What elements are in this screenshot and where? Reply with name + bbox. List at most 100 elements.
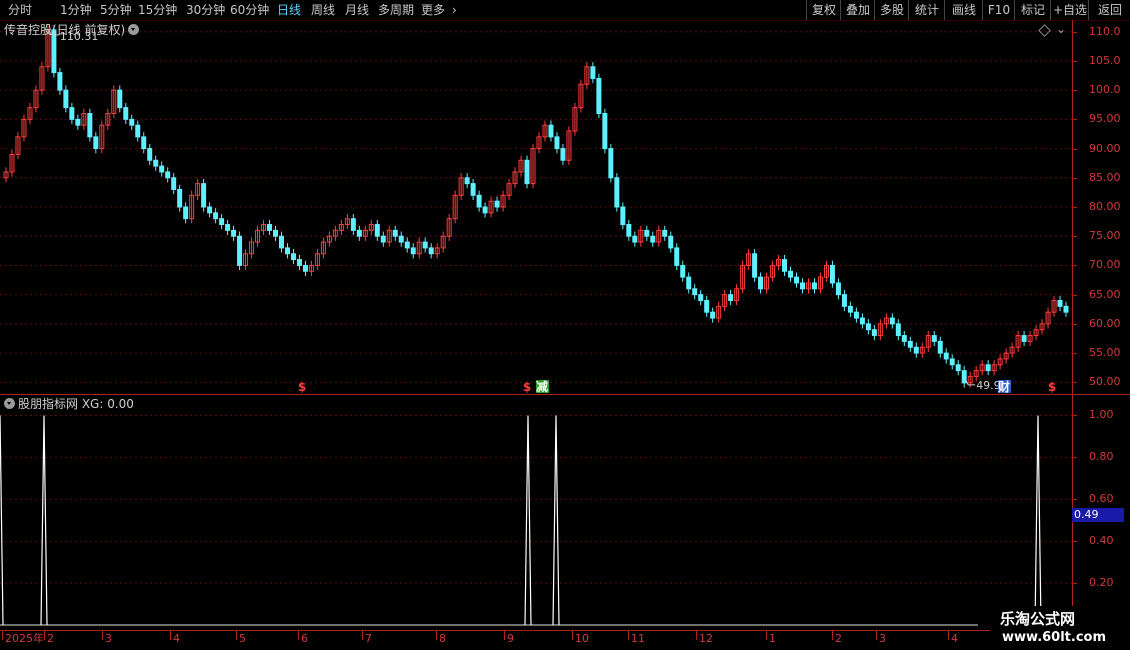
candle-body bbox=[728, 294, 734, 301]
toolbar-button-7[interactable]: +自选 bbox=[1050, 0, 1089, 20]
stock-title: 传音控股(日线 前复权) bbox=[4, 23, 126, 37]
period-tab-9[interactable]: 多周期 bbox=[378, 0, 414, 20]
candle-body bbox=[937, 340, 943, 354]
candle-body bbox=[841, 294, 847, 307]
candle-body bbox=[871, 329, 877, 337]
indicator-spike bbox=[1034, 415, 1042, 626]
date-axis: 2025年 2 3 4 5 6 7 8 9 10 11 12 1 2 3 4 bbox=[0, 630, 1072, 650]
indicator-dropdown-icon[interactable] bbox=[4, 398, 15, 409]
price-chart[interactable]: 110.3149.90$ $ 减财 $ bbox=[0, 20, 1072, 394]
candle-body bbox=[895, 323, 901, 337]
candle-body bbox=[159, 165, 165, 173]
date-label: 3 bbox=[105, 632, 112, 645]
date-label: 2 bbox=[835, 632, 842, 645]
period-tab-6[interactable]: 日线 bbox=[277, 0, 301, 20]
candle-body bbox=[596, 77, 602, 114]
candle-body bbox=[93, 136, 99, 150]
candle-body bbox=[680, 264, 686, 278]
candle-body bbox=[464, 177, 470, 185]
candle-body bbox=[476, 194, 482, 208]
candle-body bbox=[213, 212, 219, 220]
toolbar-button-2[interactable]: 多股 bbox=[874, 0, 909, 20]
candle-body bbox=[237, 235, 243, 266]
indicator-spike bbox=[40, 415, 48, 626]
candle-body bbox=[674, 247, 680, 266]
date-label: 4 bbox=[173, 632, 180, 645]
candle-body bbox=[602, 113, 608, 150]
candle-body bbox=[141, 136, 147, 150]
panel-menu-icon[interactable]: ⌄ bbox=[1056, 22, 1066, 36]
period-tab-10[interactable]: 更多 bbox=[421, 0, 445, 20]
period-tab-0[interactable]: 分时 bbox=[8, 0, 32, 20]
indicator-spike bbox=[524, 415, 532, 626]
price-tick: 90.00 bbox=[1089, 141, 1121, 155]
toolbar-button-5[interactable]: F10 bbox=[982, 0, 1015, 20]
toolbar-button-6[interactable]: 标记 bbox=[1014, 0, 1051, 20]
period-tab-2[interactable]: 5分钟 bbox=[100, 0, 132, 20]
period-tab-8[interactable]: 月线 bbox=[345, 0, 369, 20]
price-tick: 70.00 bbox=[1089, 258, 1121, 272]
period-tab-7[interactable]: 周线 bbox=[311, 0, 335, 20]
candle-body bbox=[69, 107, 75, 120]
indicator-tick: 0.80 bbox=[1089, 450, 1114, 464]
indicator-spike bbox=[0, 415, 4, 626]
price-tick: 80.00 bbox=[1089, 200, 1121, 213]
price-tick: 50.00 bbox=[1089, 375, 1121, 389]
candle-body bbox=[704, 300, 710, 313]
toolbar-button-3[interactable]: 统计 bbox=[908, 0, 945, 20]
toolbar-button-1[interactable]: 叠加 bbox=[840, 0, 875, 20]
indicator-spike bbox=[552, 415, 560, 626]
candle-body bbox=[225, 224, 231, 231]
date-label: 1 bbox=[769, 632, 776, 645]
candle-body bbox=[686, 276, 692, 290]
indicator-chart[interactable] bbox=[0, 395, 1072, 630]
toolbar-button-8[interactable]: 返回 bbox=[1088, 0, 1130, 20]
candle-body bbox=[668, 235, 674, 249]
candle-body bbox=[278, 235, 284, 249]
period-tab-4[interactable]: 30分钟 bbox=[186, 0, 225, 20]
candle-body bbox=[290, 253, 296, 261]
candle-body bbox=[758, 276, 764, 290]
period-tab-5[interactable]: 60分钟 bbox=[230, 0, 269, 20]
more-chevron-icon[interactable]: › bbox=[452, 0, 457, 20]
candle-body bbox=[961, 370, 967, 384]
candle-body bbox=[560, 148, 566, 161]
candle-body bbox=[63, 89, 69, 109]
candle-body bbox=[614, 177, 620, 208]
candle-body bbox=[201, 183, 207, 208]
candle-body bbox=[913, 346, 919, 354]
candle-body bbox=[794, 276, 800, 284]
candle-body bbox=[422, 241, 428, 249]
candle-body bbox=[985, 364, 991, 372]
candle-body bbox=[620, 206, 626, 226]
candle-body bbox=[662, 229, 668, 237]
candle-body bbox=[123, 107, 129, 120]
candle-body bbox=[296, 259, 302, 266]
candle-body bbox=[380, 235, 386, 243]
candle-body bbox=[267, 224, 272, 231]
period-tab-1[interactable]: 1分钟 bbox=[60, 0, 92, 20]
title-dropdown-icon[interactable] bbox=[128, 24, 139, 35]
candle-body bbox=[901, 335, 907, 342]
event-marker: $ bbox=[523, 380, 531, 394]
candle-body bbox=[165, 171, 171, 179]
candle-body bbox=[350, 218, 356, 231]
date-label: 7 bbox=[365, 632, 372, 645]
period-tab-3[interactable]: 15分钟 bbox=[138, 0, 177, 20]
toolbar-button-0[interactable]: 复权 bbox=[806, 0, 841, 20]
watermark-line1: 乐淘公式网 bbox=[1000, 610, 1076, 628]
toolbar-button-4[interactable]: 画线 bbox=[944, 0, 983, 20]
candle-body bbox=[147, 148, 153, 161]
candle-body bbox=[428, 247, 434, 255]
candle-body bbox=[692, 288, 698, 296]
candle-body bbox=[231, 229, 237, 237]
candle-body bbox=[548, 124, 554, 138]
candle-body bbox=[907, 340, 913, 348]
event-marker: $ bbox=[298, 380, 306, 394]
price-tick: 110.0 bbox=[1089, 24, 1121, 38]
candle-body bbox=[392, 229, 398, 237]
candle-body bbox=[829, 264, 835, 284]
date-label: 4 bbox=[951, 632, 958, 645]
candle-body bbox=[410, 247, 416, 255]
price-tick: 75.00 bbox=[1089, 229, 1121, 243]
